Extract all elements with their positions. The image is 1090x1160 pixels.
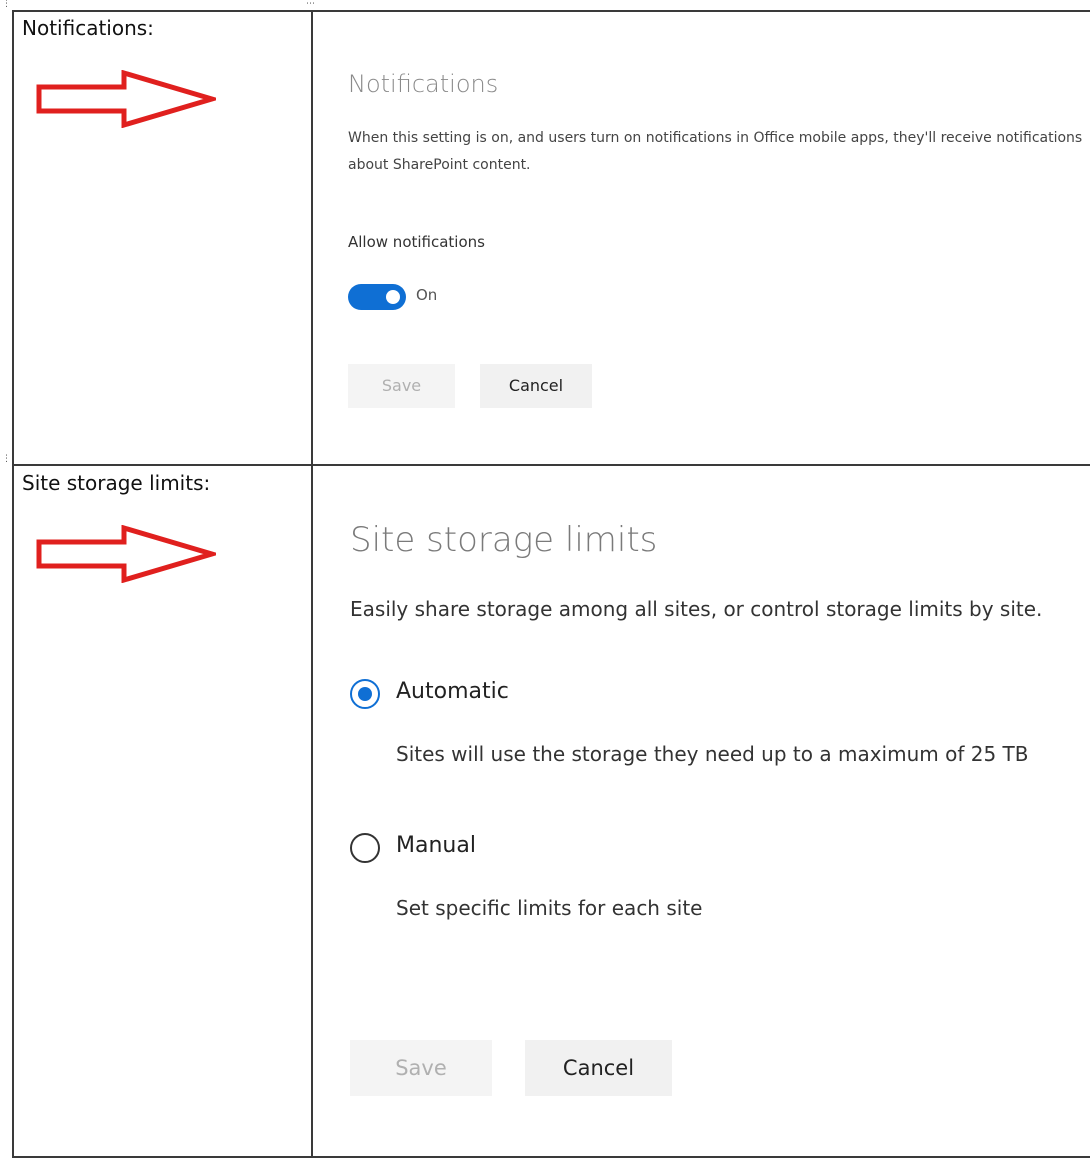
question-label-site-storage: Site storage limits: [22, 471, 211, 495]
right-arrow-icon [36, 525, 216, 583]
save-button[interactable]: Save [350, 1040, 492, 1096]
manual-description: Set specific limits for each site [396, 896, 703, 920]
site-storage-panel: Site storage limits Easily share storage… [313, 0, 1090, 1160]
question-label-notifications: Notifications: [22, 16, 154, 40]
manual-label[interactable]: Manual [396, 833, 476, 858]
panel-description: Easily share storage among all sites, or… [350, 597, 1043, 621]
radio-selected-dot [358, 687, 372, 701]
manual-radio[interactable] [350, 833, 380, 863]
right-arrow-icon [36, 70, 216, 128]
automatic-description: Sites will use the storage they need up … [396, 742, 1029, 766]
automatic-label[interactable]: Automatic [396, 679, 509, 704]
cancel-button[interactable]: Cancel [525, 1040, 672, 1096]
automatic-radio[interactable] [350, 679, 380, 709]
corner-dots: ⋮ [2, 0, 11, 9]
row-dots: ⋮ [2, 454, 11, 464]
panel-title: Site storage limits [350, 520, 658, 560]
